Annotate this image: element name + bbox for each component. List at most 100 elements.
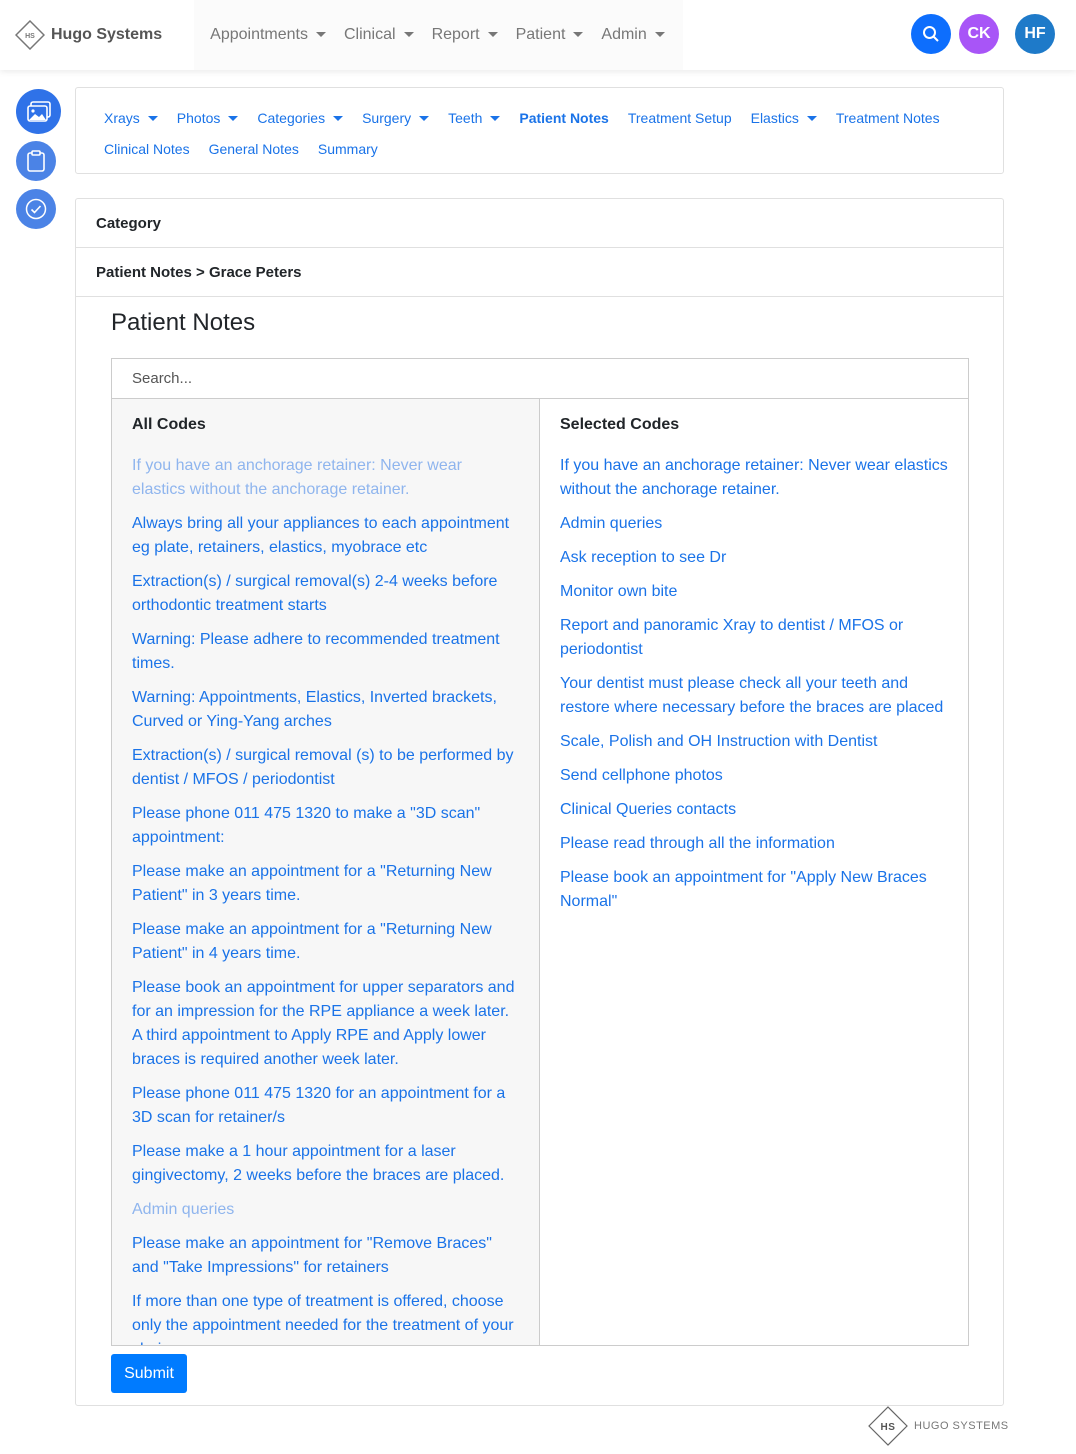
caret-down-icon [228,116,239,122]
selected-code-item[interactable]: Please book an appointment for "Apply Ne… [560,866,948,914]
nav-label: Appointments [210,26,308,43]
hs-logo-icon: HS [868,1406,908,1446]
all-code-item[interactable]: Warning: Please adhere to recommended tr… [132,628,519,676]
all-code-item[interactable]: Please phone 011 475 1320 for an appoint… [132,1082,519,1130]
caret-down-icon [654,32,665,38]
tab-label: Surgery [362,109,412,126]
caret-down-icon [147,116,158,122]
selected-code-item[interactable]: Ask reception to see Dr [560,546,948,570]
tab-patient-notes[interactable]: Patient Notes [519,110,608,126]
search-input[interactable]: Search... [112,359,968,399]
tab-teeth[interactable]: Teeth [448,109,501,126]
all-code-item[interactable]: Warning: Appointments, Elastics, Inverte… [132,686,519,734]
category-header: Category [76,199,1003,248]
selected-code-item[interactable]: Clinical Queries contacts [560,798,948,822]
caret-down-icon [315,32,326,38]
svg-text:HS: HS [25,33,35,40]
caret-down-icon [333,116,344,122]
tab-label: Elastics [750,109,799,126]
notes-card: Category Patient Notes > Grace Peters Pa… [75,198,1004,1406]
selected-code-item[interactable]: Your dentist must please check all your … [560,672,948,720]
images-icon [26,100,51,122]
footer-logo: HS HUGO SYSTEMS [868,1406,1009,1446]
caret-down-icon [573,32,584,38]
hs-logo-icon: HS [15,20,45,50]
all-code-item[interactable]: Please book an appointment for upper sep… [132,976,519,1072]
search-button[interactable] [911,14,951,54]
sidebar-check-button[interactable] [16,189,56,229]
brand[interactable]: HS Hugo Systems [15,20,162,50]
clipboard-icon [27,150,45,172]
sidebar-clipboard-button[interactable] [16,141,56,181]
nav-label: Clinical [343,26,396,43]
all-codes-list[interactable]: All Codes If you have an anchorage retai… [112,399,540,1345]
tab-general-notes[interactable]: General Notes [209,141,299,157]
selected-codes-list[interactable]: Selected Codes If you have an anchorage … [540,399,968,1345]
all-code-item[interactable]: Please make an appointment for a "Return… [132,918,519,966]
caret-down-icon [419,116,430,122]
tab-photos[interactable]: Photos [177,110,239,126]
selected-code-item[interactable]: Admin queries [560,512,948,536]
tab-label: Teeth [448,109,483,126]
svg-text:HS: HS [881,1422,896,1433]
caret-down-icon [490,116,501,122]
tab-categories[interactable]: Categories [257,109,344,126]
all-code-item[interactable]: Admin queries [132,1198,519,1222]
page-title: Patient Notes [111,309,256,336]
tab-surgery[interactable]: Surgery [362,109,430,126]
all-code-item[interactable]: If you have an anchorage retainer: Never… [132,454,519,502]
selected-code-item[interactable]: If you have an anchorage retainer: Never… [560,454,948,502]
nav-clinical[interactable]: Clinical [344,26,414,44]
sidebar-photos-button[interactable] [16,89,61,134]
tab-label: Patient Notes [519,109,609,126]
caret-down-icon [403,32,414,38]
search-icon [923,26,939,42]
tab-label: Photos [176,109,221,126]
tab-summary[interactable]: Summary [318,141,378,157]
nav-label: Patient [515,26,566,43]
selected-code-item[interactable]: Monitor own bite [560,580,948,604]
nav-report[interactable]: Report [432,26,498,44]
tab-label: Treatment Notes [835,109,940,126]
nav-admin[interactable]: Admin [601,26,665,44]
all-code-item[interactable]: Please make an appointment for a "Return… [132,860,519,908]
selected-code-item[interactable]: Scale, Polish and OH Instruction with De… [560,730,948,754]
tab-treatment-setup[interactable]: Treatment Setup [628,110,732,126]
caret-down-icon [487,32,498,38]
main-nav: Appointments Clinical Report Patient Admin [194,0,683,70]
brand-name: Hugo Systems [51,26,163,43]
all-code-item[interactable]: Always bring all your appliances to each… [132,512,519,560]
nav-label: Admin [601,26,647,43]
all-code-item[interactable]: Please make a 1 hour appointment for a l… [132,1140,519,1188]
avatar-ck[interactable]: CK [959,14,999,54]
tab-xrays[interactable]: Xrays [104,110,158,126]
tab-label: Xrays [104,109,140,126]
check-circle-icon [25,198,47,220]
avatar-hf[interactable]: HF [1015,14,1055,54]
footer-brand: HUGO SYSTEMS [914,1420,1009,1432]
sub-navigation: Xrays Photos Categories Surgery Teeth Patient… [75,87,1004,174]
top-header: HS Hugo Systems Appointments Clinical Repo… [0,0,1076,70]
selected-code-item[interactable]: Please read through all the information [560,832,948,856]
nav-label: Report [431,26,480,43]
tab-label: Categories [257,109,326,126]
tab-clinical-notes[interactable]: Clinical Notes [104,141,190,157]
tab-label: Treatment Setup [627,109,732,126]
all-code-item[interactable]: Extraction(s) / surgical removal (s) to … [132,744,519,792]
tab-elastics[interactable]: Elastics [751,110,817,126]
tab-treatment-notes[interactable]: Treatment Notes [836,110,940,126]
codes-picker: Search... All Codes If you have an ancho… [111,358,969,1346]
all-code-item[interactable]: Please make an appointment for "Remove B… [132,1232,519,1280]
all-codes-heading: All Codes [132,416,206,433]
caret-down-icon [806,116,817,122]
selected-code-item[interactable]: Report and panoramic Xray to dentist / M… [560,614,948,662]
selected-code-item[interactable]: Send cellphone photos [560,764,948,788]
breadcrumb: Patient Notes > Grace Peters [76,248,1003,297]
all-code-item[interactable]: Please phone 011 475 1320 to make a "3D … [132,802,519,850]
all-code-item[interactable]: Extraction(s) / surgical removal(s) 2-4 … [132,570,519,618]
nav-appointments[interactable]: Appointments [210,26,326,44]
all-code-item[interactable]: If more than one type of treatment is of… [132,1290,519,1345]
submit-button[interactable]: Submit [111,1354,187,1393]
nav-patient[interactable]: Patient [516,26,584,44]
selected-codes-heading: Selected Codes [560,416,680,433]
